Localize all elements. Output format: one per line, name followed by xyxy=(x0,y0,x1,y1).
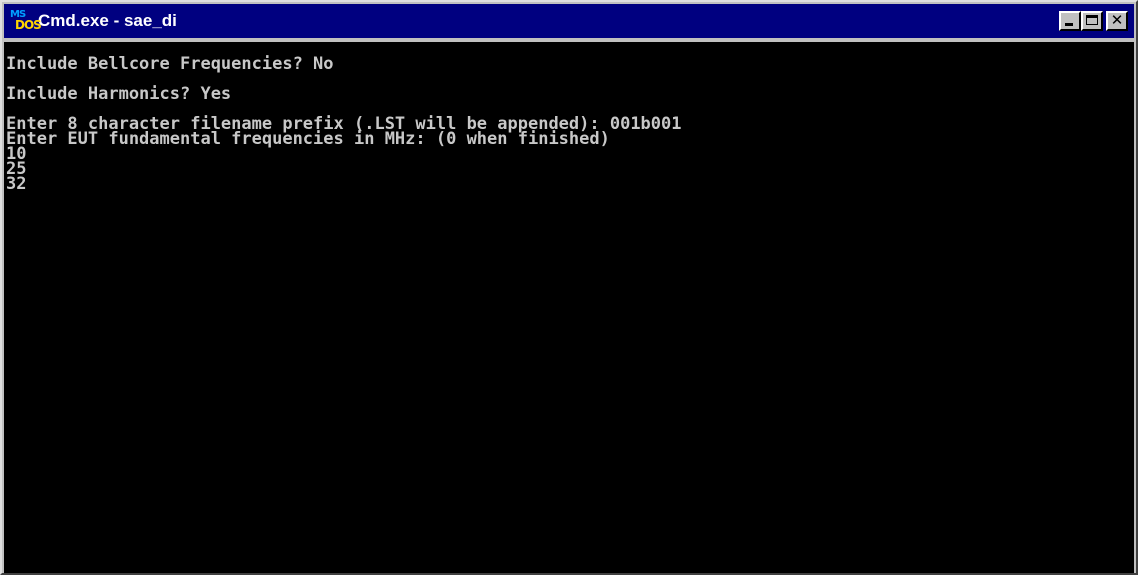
console-line: Include Bellcore Frequencies? No xyxy=(6,54,334,74)
console-line: 25 xyxy=(6,159,27,179)
console-line: 32 xyxy=(6,174,27,194)
ms-dos-icon[interactable]: MS DOS xyxy=(10,10,42,32)
console-line: Include Harmonics? Yes xyxy=(6,84,232,104)
maximize-icon xyxy=(1086,15,1098,25)
window-controls: ✕ xyxy=(1059,11,1128,31)
command-prompt-window: MS DOS Cmd.exe - sae_di ✕ Include Bellco… xyxy=(0,0,1138,575)
minimize-icon xyxy=(1065,23,1073,26)
minimize-button[interactable] xyxy=(1059,11,1081,31)
maximize-button[interactable] xyxy=(1081,11,1103,31)
close-button[interactable]: ✕ xyxy=(1106,11,1128,31)
title-bar[interactable]: MS DOS Cmd.exe - sae_di ✕ xyxy=(4,4,1134,38)
window-title: Cmd.exe - sae_di xyxy=(38,11,177,30)
console-line: Enter EUT fundamental frequencies in MHz… xyxy=(6,129,610,149)
console-line: 10 xyxy=(6,144,27,164)
console-output[interactable]: Include Bellcore Frequencies? No Include… xyxy=(4,42,1134,573)
icon-text-dos: DOS xyxy=(15,18,42,32)
close-icon: ✕ xyxy=(1110,11,1124,29)
